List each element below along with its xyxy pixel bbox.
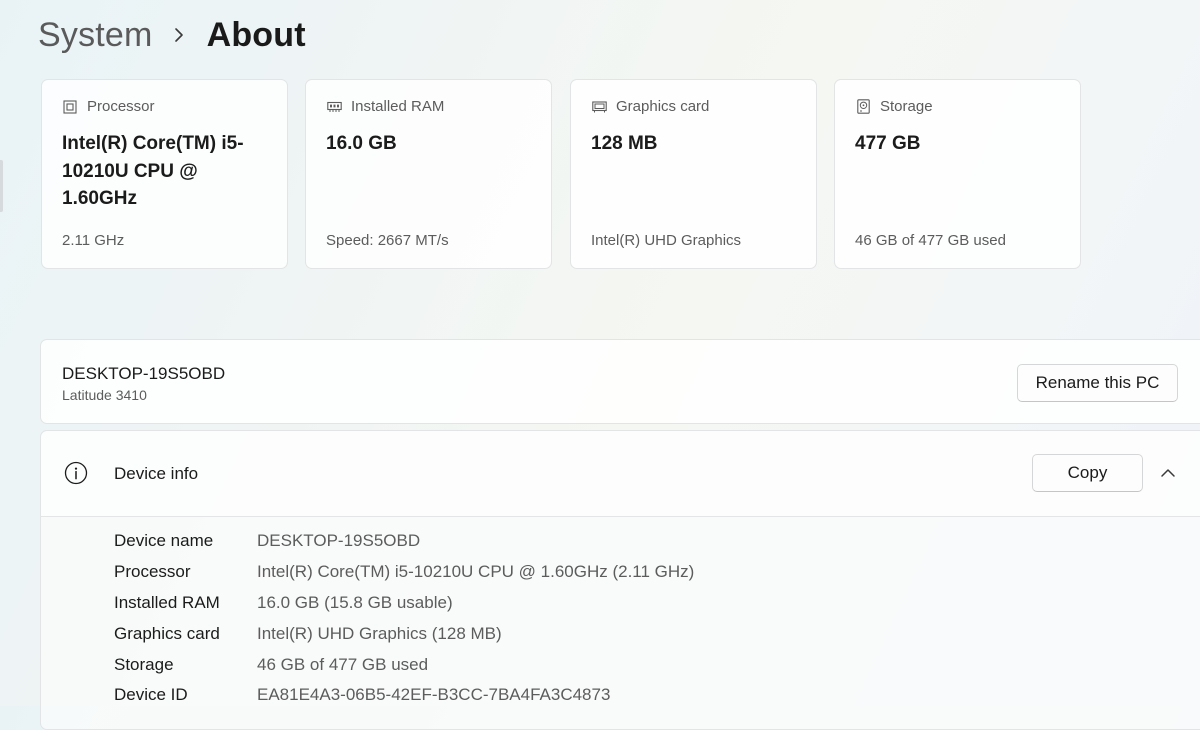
graphics-card-sub: Intel(R) UHD Graphics <box>591 232 742 249</box>
device-id-value: EA81E4A3-06B5-42EF-B3CC-7BA4FA3C4873 <box>257 685 611 704</box>
storage-card-sub: 46 GB of 477 GB used <box>855 232 1006 249</box>
graphics-card-label: Graphics card <box>114 624 220 643</box>
pc-model: Latitude 3410 <box>62 387 147 403</box>
storage-card: Storage 477 GB 46 GB of 477 GB used <box>834 79 1081 269</box>
processor-card-value: Intel(R) Core(TM) i5-10210U CPU @ 1.60GH… <box>62 133 244 209</box>
ram-card-header: Installed RAM <box>326 98 444 115</box>
pc-name-panel: DESKTOP-19S5OBD Latitude 3410 Rename thi… <box>40 339 1200 424</box>
storage-card-title: Storage <box>880 98 933 115</box>
processor-card-sub: 2.11 GHz <box>62 232 125 249</box>
device-info-row: Installed RAM 16.0 GB (15.8 GB usable) <box>114 592 453 614</box>
graphics-card-header: Graphics card <box>591 98 709 115</box>
info-icon <box>64 461 88 485</box>
graphics-card-value-row: Intel(R) UHD Graphics (128 MB) <box>257 624 502 643</box>
device-info-row: Processor Intel(R) Core(TM) i5-10210U CP… <box>114 561 694 583</box>
ram-card: Installed RAM 16.0 GB Speed: 2667 MT/s <box>305 79 552 269</box>
chevron-up-icon[interactable] <box>1157 460 1179 486</box>
storage-card-header: Storage <box>855 98 933 115</box>
chevron-right-icon <box>173 27 185 43</box>
processor-card-title: Processor <box>87 98 155 115</box>
processor-icon <box>62 99 78 115</box>
ram-card-title: Installed RAM <box>351 98 445 115</box>
ram-card-sub: Speed: 2667 MT/s <box>326 232 449 249</box>
storage-card-value: 477 GB <box>855 133 921 154</box>
device-info-row: Storage 46 GB of 477 GB used <box>114 654 428 676</box>
installed-ram-value: 16.0 GB (15.8 GB usable) <box>257 593 453 612</box>
processor-label: Processor <box>114 562 191 581</box>
graphics-card-icon <box>591 99 607 115</box>
processor-card: Processor Intel(R) Core(TM) i5-10210U CP… <box>41 79 288 269</box>
processor-value: Intel(R) Core(TM) i5-10210U CPU @ 1.60GH… <box>257 562 695 581</box>
storage-icon <box>855 99 871 115</box>
graphics-card-card: Graphics card 128 MB Intel(R) UHD Graphi… <box>570 79 817 269</box>
copy-button[interactable]: Copy <box>1032 454 1143 492</box>
processor-card-header: Processor <box>62 98 155 115</box>
device-info-row: Device ID EA81E4A3-06B5-42EF-B3CC-7BA4FA… <box>114 684 610 706</box>
installed-ram-label: Installed RAM <box>114 593 220 612</box>
pc-name: DESKTOP-19S5OBD <box>62 364 226 383</box>
page-title: About <box>206 15 306 54</box>
device-info-row: Graphics card Intel(R) UHD Graphics (128… <box>114 623 502 645</box>
device-name-value: DESKTOP-19S5OBD <box>257 531 421 550</box>
breadcrumb: System About <box>38 12 306 58</box>
window-edge-strip <box>0 160 3 212</box>
device-name-label: Device name <box>114 531 214 550</box>
device-id-label: Device ID <box>114 685 188 704</box>
storage-label: Storage <box>114 655 174 674</box>
rename-pc-button[interactable]: Rename this PC <box>1017 364 1178 402</box>
breadcrumb-system-link[interactable]: System <box>38 16 153 55</box>
graphics-card-title: Graphics card <box>616 98 710 115</box>
ram-icon <box>326 99 342 115</box>
device-info-header[interactable]: Device info Copy <box>41 431 1200 517</box>
device-info-row: Device name DESKTOP-19S5OBD <box>114 530 420 552</box>
device-info-panel: Device info Copy Device name DESKTOP-19S… <box>40 430 1200 730</box>
ram-card-value: 16.0 GB <box>326 133 397 154</box>
device-info-title: Device info <box>114 464 199 483</box>
storage-value: 46 GB of 477 GB used <box>257 655 429 674</box>
graphics-card-value: 128 MB <box>591 133 658 154</box>
